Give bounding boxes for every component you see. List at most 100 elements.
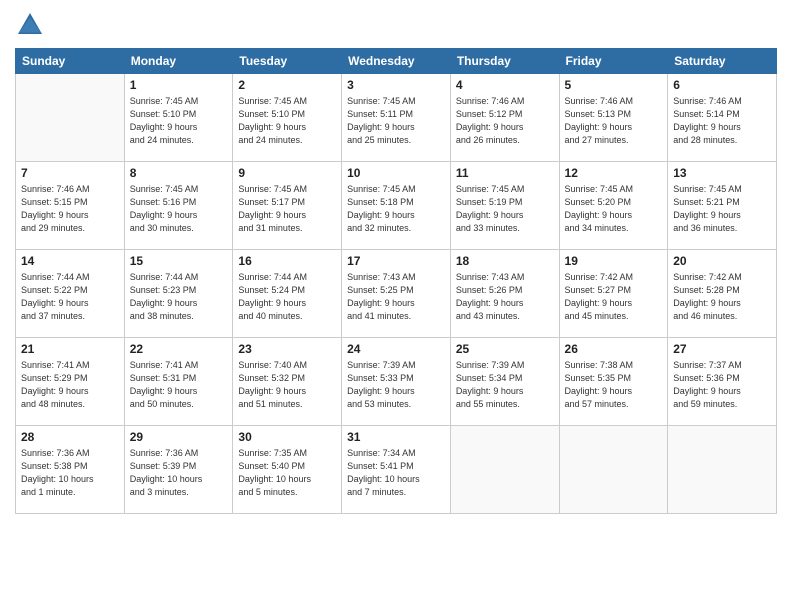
calendar-week-1: 1 Sunrise: 7:45 AMSunset: 5:10 PMDaylight… (16, 74, 777, 162)
day-number: 12 (565, 165, 663, 182)
day-info: Sunrise: 7:44 AMSunset: 5:24 PMDaylight:… (238, 271, 336, 323)
calendar-cell: 11Sunrise: 7:45 AMSunset: 5:19 PMDayligh… (450, 162, 559, 250)
day-number: 22 (130, 341, 228, 358)
day-number: 6 (673, 77, 771, 94)
header (15, 10, 777, 40)
day-info: Sunrise: 7:41 AMSunset: 5:31 PMDaylight:… (130, 359, 228, 411)
weekday-header-sunday: Sunday (16, 49, 125, 74)
calendar-cell: 10Sunrise: 7:45 AMSunset: 5:18 PMDayligh… (342, 162, 451, 250)
calendar-cell: 1Sunrise: 7:45 AMSunset: 5:10 PMDaylight… (124, 74, 233, 162)
calendar-week-3: 14Sunrise: 7:44 AMSunset: 5:22 PMDayligh… (16, 250, 777, 338)
day-number: 26 (565, 341, 663, 358)
day-info: Sunrise: 7:37 AMSunset: 5:36 PMDaylight:… (673, 359, 771, 411)
day-number: 4 (456, 77, 554, 94)
weekday-header-thursday: Thursday (450, 49, 559, 74)
day-info: Sunrise: 7:45 AMSunset: 5:11 PMDaylight:… (347, 95, 445, 147)
day-number: 13 (673, 165, 771, 182)
weekday-header-friday: Friday (559, 49, 668, 74)
logo-icon (15, 10, 45, 40)
calendar-cell: 26Sunrise: 7:38 AMSunset: 5:35 PMDayligh… (559, 338, 668, 426)
calendar-cell: 4Sunrise: 7:46 AMSunset: 5:12 PMDaylight… (450, 74, 559, 162)
day-info: Sunrise: 7:46 AMSunset: 5:14 PMDaylight:… (673, 95, 771, 147)
calendar-cell (450, 426, 559, 514)
day-info: Sunrise: 7:36 AMSunset: 5:39 PMDaylight:… (130, 447, 228, 499)
calendar-cell: 21Sunrise: 7:41 AMSunset: 5:29 PMDayligh… (16, 338, 125, 426)
day-number: 9 (238, 165, 336, 182)
day-info: Sunrise: 7:42 AMSunset: 5:27 PMDaylight:… (565, 271, 663, 323)
calendar-cell: 28Sunrise: 7:36 AMSunset: 5:38 PMDayligh… (16, 426, 125, 514)
calendar-cell: 20Sunrise: 7:42 AMSunset: 5:28 PMDayligh… (668, 250, 777, 338)
day-number: 1 (130, 77, 228, 94)
logo (15, 10, 47, 40)
day-number: 21 (21, 341, 119, 358)
day-info: Sunrise: 7:45 AMSunset: 5:16 PMDaylight:… (130, 183, 228, 235)
calendar-cell: 31Sunrise: 7:34 AMSunset: 5:41 PMDayligh… (342, 426, 451, 514)
day-number: 7 (21, 165, 119, 182)
calendar-week-4: 21Sunrise: 7:41 AMSunset: 5:29 PMDayligh… (16, 338, 777, 426)
day-number: 18 (456, 253, 554, 270)
calendar-cell: 24Sunrise: 7:39 AMSunset: 5:33 PMDayligh… (342, 338, 451, 426)
day-number: 19 (565, 253, 663, 270)
day-number: 2 (238, 77, 336, 94)
calendar-cell: 17Sunrise: 7:43 AMSunset: 5:25 PMDayligh… (342, 250, 451, 338)
day-number: 14 (21, 253, 119, 270)
page-container: SundayMondayTuesdayWednesdayThursdayFrid… (0, 0, 792, 612)
day-info: Sunrise: 7:46 AMSunset: 5:15 PMDaylight:… (21, 183, 119, 235)
day-number: 16 (238, 253, 336, 270)
calendar-cell: 9Sunrise: 7:45 AMSunset: 5:17 PMDaylight… (233, 162, 342, 250)
day-number: 8 (130, 165, 228, 182)
day-number: 31 (347, 429, 445, 446)
day-info: Sunrise: 7:46 AMSunset: 5:13 PMDaylight:… (565, 95, 663, 147)
day-number: 28 (21, 429, 119, 446)
day-info: Sunrise: 7:39 AMSunset: 5:33 PMDaylight:… (347, 359, 445, 411)
calendar-cell: 25Sunrise: 7:39 AMSunset: 5:34 PMDayligh… (450, 338, 559, 426)
day-info: Sunrise: 7:43 AMSunset: 5:25 PMDaylight:… (347, 271, 445, 323)
calendar-cell: 18Sunrise: 7:43 AMSunset: 5:26 PMDayligh… (450, 250, 559, 338)
day-number: 30 (238, 429, 336, 446)
day-info: Sunrise: 7:46 AMSunset: 5:12 PMDaylight:… (456, 95, 554, 147)
day-info: Sunrise: 7:43 AMSunset: 5:26 PMDaylight:… (456, 271, 554, 323)
calendar-cell: 23Sunrise: 7:40 AMSunset: 5:32 PMDayligh… (233, 338, 342, 426)
weekday-header-saturday: Saturday (668, 49, 777, 74)
weekday-header-monday: Monday (124, 49, 233, 74)
day-number: 5 (565, 77, 663, 94)
day-info: Sunrise: 7:35 AMSunset: 5:40 PMDaylight:… (238, 447, 336, 499)
calendar-table: SundayMondayTuesdayWednesdayThursdayFrid… (15, 48, 777, 514)
calendar-cell: 14Sunrise: 7:44 AMSunset: 5:22 PMDayligh… (16, 250, 125, 338)
day-info: Sunrise: 7:41 AMSunset: 5:29 PMDaylight:… (21, 359, 119, 411)
day-number: 25 (456, 341, 554, 358)
day-info: Sunrise: 7:45 AMSunset: 5:17 PMDaylight:… (238, 183, 336, 235)
calendar-cell: 30Sunrise: 7:35 AMSunset: 5:40 PMDayligh… (233, 426, 342, 514)
day-number: 17 (347, 253, 445, 270)
day-number: 29 (130, 429, 228, 446)
calendar-cell: 15Sunrise: 7:44 AMSunset: 5:23 PMDayligh… (124, 250, 233, 338)
calendar-cell (668, 426, 777, 514)
day-number: 3 (347, 77, 445, 94)
day-number: 10 (347, 165, 445, 182)
day-number: 11 (456, 165, 554, 182)
day-info: Sunrise: 7:45 AMSunset: 5:20 PMDaylight:… (565, 183, 663, 235)
calendar-cell: 27Sunrise: 7:37 AMSunset: 5:36 PMDayligh… (668, 338, 777, 426)
day-number: 15 (130, 253, 228, 270)
calendar-cell: 19Sunrise: 7:42 AMSunset: 5:27 PMDayligh… (559, 250, 668, 338)
day-info: Sunrise: 7:45 AMSunset: 5:10 PMDaylight:… (238, 95, 336, 147)
calendar-cell (559, 426, 668, 514)
day-number: 27 (673, 341, 771, 358)
calendar-cell (16, 74, 125, 162)
calendar-cell: 29Sunrise: 7:36 AMSunset: 5:39 PMDayligh… (124, 426, 233, 514)
calendar-cell: 8Sunrise: 7:45 AMSunset: 5:16 PMDaylight… (124, 162, 233, 250)
day-info: Sunrise: 7:34 AMSunset: 5:41 PMDaylight:… (347, 447, 445, 499)
calendar-cell: 7Sunrise: 7:46 AMSunset: 5:15 PMDaylight… (16, 162, 125, 250)
weekday-header-row: SundayMondayTuesdayWednesdayThursdayFrid… (16, 49, 777, 74)
weekday-header-tuesday: Tuesday (233, 49, 342, 74)
calendar-cell: 12Sunrise: 7:45 AMSunset: 5:20 PMDayligh… (559, 162, 668, 250)
day-number: 24 (347, 341, 445, 358)
calendar-cell: 13Sunrise: 7:45 AMSunset: 5:21 PMDayligh… (668, 162, 777, 250)
day-info: Sunrise: 7:44 AMSunset: 5:22 PMDaylight:… (21, 271, 119, 323)
calendar-cell: 2Sunrise: 7:45 AMSunset: 5:10 PMDaylight… (233, 74, 342, 162)
calendar-cell: 5Sunrise: 7:46 AMSunset: 5:13 PMDaylight… (559, 74, 668, 162)
day-number: 20 (673, 253, 771, 270)
day-info: Sunrise: 7:45 AMSunset: 5:18 PMDaylight:… (347, 183, 445, 235)
calendar-week-5: 28Sunrise: 7:36 AMSunset: 5:38 PMDayligh… (16, 426, 777, 514)
day-info: Sunrise: 7:40 AMSunset: 5:32 PMDaylight:… (238, 359, 336, 411)
